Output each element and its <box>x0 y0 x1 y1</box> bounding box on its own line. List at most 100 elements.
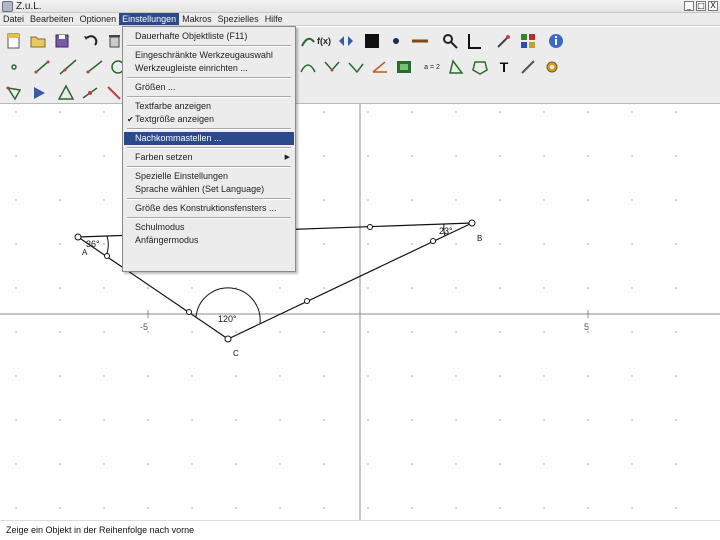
text-tool[interactable]: T <box>494 57 514 77</box>
menu-item[interactable]: ✔ Textgröße anzeigen <box>124 113 294 126</box>
menu-item[interactable]: Dauerhafte Objektliste (F11) <box>124 30 294 43</box>
angle-mark-icon[interactable] <box>346 57 366 77</box>
new-file-icon[interactable] <box>4 31 24 51</box>
menu-item[interactable]: Eingeschränkte Werkzeugauswahl <box>124 49 294 62</box>
triangle-icon[interactable] <box>56 83 76 103</box>
grid-dot <box>499 507 501 509</box>
helper-point[interactable] <box>104 253 110 259</box>
status-text: Zeige ein Objekt in der Reihenfolge nach… <box>6 525 195 535</box>
grid-dot <box>543 507 545 509</box>
grid-dot <box>455 199 457 201</box>
menu-item[interactable]: Nachkommastellen ... <box>124 132 294 145</box>
grid-dot <box>411 375 413 377</box>
menu-item[interactable]: Werkzeugleiste einrichten ... <box>124 62 294 75</box>
wand-icon[interactable] <box>494 31 514 51</box>
menu-item[interactable]: Schulmodus <box>124 221 294 234</box>
color-grid-icon[interactable] <box>518 31 538 51</box>
tool-icon[interactable] <box>104 83 124 103</box>
delete-icon[interactable] <box>104 31 124 51</box>
angle-label-b: 23° <box>439 226 453 236</box>
grid-dot <box>455 463 457 465</box>
tick-label-pos5: 5 <box>584 322 589 332</box>
grid-dot <box>15 155 17 157</box>
menu-hilfe[interactable]: Hilfe <box>262 13 286 25</box>
menu-datei[interactable]: Datei <box>0 13 27 25</box>
menu-item[interactable]: Anfängermodus <box>124 234 294 247</box>
maximize-button[interactable]: □ <box>696 1 706 11</box>
menu-item[interactable]: Sprache wählen (Set Language) <box>124 183 294 196</box>
triangle-tool-icon[interactable] <box>446 57 466 77</box>
line-icon[interactable] <box>58 57 78 77</box>
angle-label-a: 36° <box>86 239 100 249</box>
grid-dot <box>279 287 281 289</box>
grid-dot <box>675 375 677 377</box>
grid-dot <box>103 419 105 421</box>
reflect-icon[interactable] <box>30 83 50 103</box>
helper-point[interactable] <box>304 298 310 304</box>
save-disk-icon[interactable] <box>52 31 72 51</box>
grid-dot <box>411 419 413 421</box>
grid-dot <box>147 287 149 289</box>
ray-icon[interactable] <box>84 57 104 77</box>
menu-bearbeiten[interactable]: Bearbeiten <box>27 13 77 25</box>
thickness-icon[interactable] <box>410 31 430 51</box>
point-b[interactable] <box>468 219 476 227</box>
open-folder-icon[interactable] <box>28 31 48 51</box>
segment-icon[interactable] <box>32 57 52 77</box>
function-button[interactable]: f(x) <box>312 31 336 51</box>
point-tool-icon[interactable] <box>4 57 24 77</box>
menu-spezielles[interactable]: Spezielles <box>215 13 262 25</box>
undo-icon[interactable] <box>80 31 100 51</box>
curve-icon[interactable] <box>298 57 318 77</box>
info-icon[interactable] <box>546 31 566 51</box>
axes-icon[interactable] <box>464 31 484 51</box>
grid-dot <box>191 463 193 465</box>
close-button[interactable]: X <box>708 1 718 11</box>
grid-dot <box>103 243 105 245</box>
grid-dot <box>235 419 237 421</box>
point-label-c: C <box>233 349 239 358</box>
fill-square-icon[interactable] <box>362 31 382 51</box>
grid-dot <box>191 375 193 377</box>
menu-optionen[interactable]: Optionen <box>77 13 120 25</box>
bisector-icon[interactable] <box>370 57 390 77</box>
grid-dot <box>675 155 677 157</box>
zoom-icon[interactable] <box>440 31 460 51</box>
grid-dot <box>455 287 457 289</box>
ratio-button[interactable]: a = 2 <box>420 57 444 77</box>
menu-item[interactable]: Größen ... <box>124 81 294 94</box>
function-label: f(x) <box>317 36 331 46</box>
construction-canvas[interactable]: -5 5 36° 23° 120° A B C <box>0 104 720 520</box>
arrows-icon[interactable] <box>336 31 356 51</box>
grid-dot <box>367 111 369 113</box>
pen-icon[interactable] <box>518 57 538 77</box>
menu-item-label: Anfängermodus <box>135 235 199 245</box>
menu-item[interactable]: Textfarbe anzeigen <box>124 100 294 113</box>
grid-dot <box>675 199 677 201</box>
menu-einstellungen[interactable]: Einstellungen <box>119 13 180 25</box>
menu-item[interactable]: Größe des Konstruktionsfensters ... <box>124 202 294 215</box>
menu-item[interactable]: Farben setzen ▶ <box>124 151 294 164</box>
locus-icon[interactable] <box>322 57 342 77</box>
app-icon <box>2 1 13 12</box>
angle-arc-a <box>105 235 109 257</box>
grid-dot <box>279 463 281 465</box>
menu-makros[interactable]: Makros <box>179 13 215 25</box>
polygon-dots-icon[interactable] <box>470 57 490 77</box>
point-c[interactable] <box>224 335 232 343</box>
helper-point[interactable] <box>186 309 192 315</box>
move-icon[interactable] <box>80 83 100 103</box>
grid-dot <box>499 419 501 421</box>
helper-point[interactable] <box>430 238 436 244</box>
menu-item[interactable]: Spezielle Einstellungen <box>124 170 294 183</box>
gear-icon[interactable] <box>542 57 562 77</box>
menu-item-label: Werkzeugleiste einrichten ... <box>135 63 248 73</box>
film-icon[interactable] <box>394 57 414 77</box>
point-a[interactable] <box>74 233 82 241</box>
minimize-button[interactable]: _ <box>684 1 694 11</box>
grid-dot <box>15 507 17 509</box>
dot-icon[interactable] <box>386 31 406 51</box>
menu-separator <box>127 217 291 219</box>
polygon-icon[interactable] <box>4 83 24 103</box>
helper-point[interactable] <box>367 224 373 230</box>
